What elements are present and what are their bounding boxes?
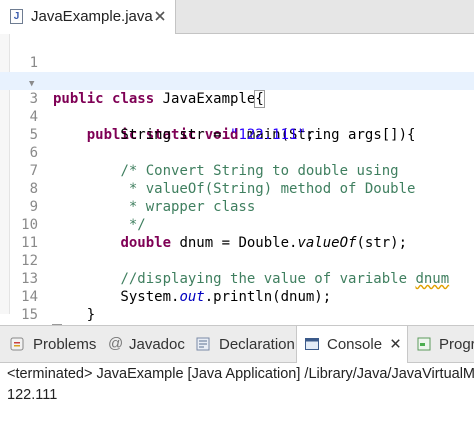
code-line[interactable]: 10 double dnum = Double.valueOf(str);	[0, 198, 474, 251]
close-icon[interactable]	[153, 9, 167, 23]
code-line[interactable]: 12 //displaying the value of variable dn…	[0, 234, 474, 287]
console-view[interactable]: <terminated> JavaExample [Java Applicati…	[0, 363, 474, 426]
tab-problems[interactable]: Problems	[0, 326, 100, 363]
code-editor[interactable]: 1 package com.beginnersbook; 2 public cl…	[0, 34, 474, 342]
editor-tab-label: JavaExample.java	[31, 8, 153, 25]
tab-declaration[interactable]: Declaration	[188, 326, 296, 363]
declaration-icon	[196, 337, 210, 351]
tab-label: Console	[327, 336, 383, 353]
code-line[interactable]: 6 /* Convert String to double using	[0, 126, 474, 179]
views-tab-bar: Problems @ Javadoc Declaration Console P…	[0, 325, 474, 363]
java-file-icon: J	[10, 9, 23, 24]
tab-javadoc[interactable]: @ Javadoc	[100, 326, 188, 363]
line-number: 15	[21, 307, 38, 323]
code-line[interactable]: 14 }	[0, 270, 474, 323]
problems-icon	[10, 337, 24, 351]
code-line[interactable]: 8 * wrapper class	[0, 162, 474, 215]
code-line[interactable]: 4 String str = "122.111";	[0, 90, 474, 143]
console-icon	[305, 338, 319, 350]
console-status-line: <terminated> JavaExample [Java Applicati…	[7, 366, 474, 382]
code-text: }	[53, 307, 96, 323]
code-line[interactable]: 15 }	[0, 288, 474, 342]
tab-label: Declaration	[219, 336, 295, 353]
progress-icon	[417, 337, 431, 351]
tab-console[interactable]: Console	[296, 326, 408, 363]
code-line[interactable]: 2 public class JavaExample{	[0, 54, 474, 108]
close-icon[interactable]	[389, 337, 402, 350]
code-line[interactable]: 1 package com.beginnersbook;	[0, 36, 474, 89]
editor-tab-javaexample[interactable]: J JavaExample.java	[0, 0, 176, 34]
code-line[interactable]: 13 System.out.println(dnum);	[0, 252, 474, 305]
tab-progress[interactable]: Progr	[410, 326, 474, 363]
code-line-current[interactable]: 3 ▼ public static void main(String args[…	[0, 72, 474, 143]
tab-label: Problems	[33, 336, 97, 353]
at-icon: @	[108, 335, 124, 352]
tab-label: Progr	[439, 336, 474, 353]
code-line[interactable]: 9 */	[0, 180, 474, 233]
console-output: 122.111	[7, 387, 58, 403]
tab-label: Javadoc	[129, 336, 185, 353]
editor-tab-bar: J JavaExample.java	[0, 0, 474, 34]
code-line[interactable]: 7 * valueOf(String) method of Double	[0, 144, 474, 197]
code-line[interactable]: 5	[0, 108, 474, 143]
code-line[interactable]: 11	[0, 216, 474, 251]
